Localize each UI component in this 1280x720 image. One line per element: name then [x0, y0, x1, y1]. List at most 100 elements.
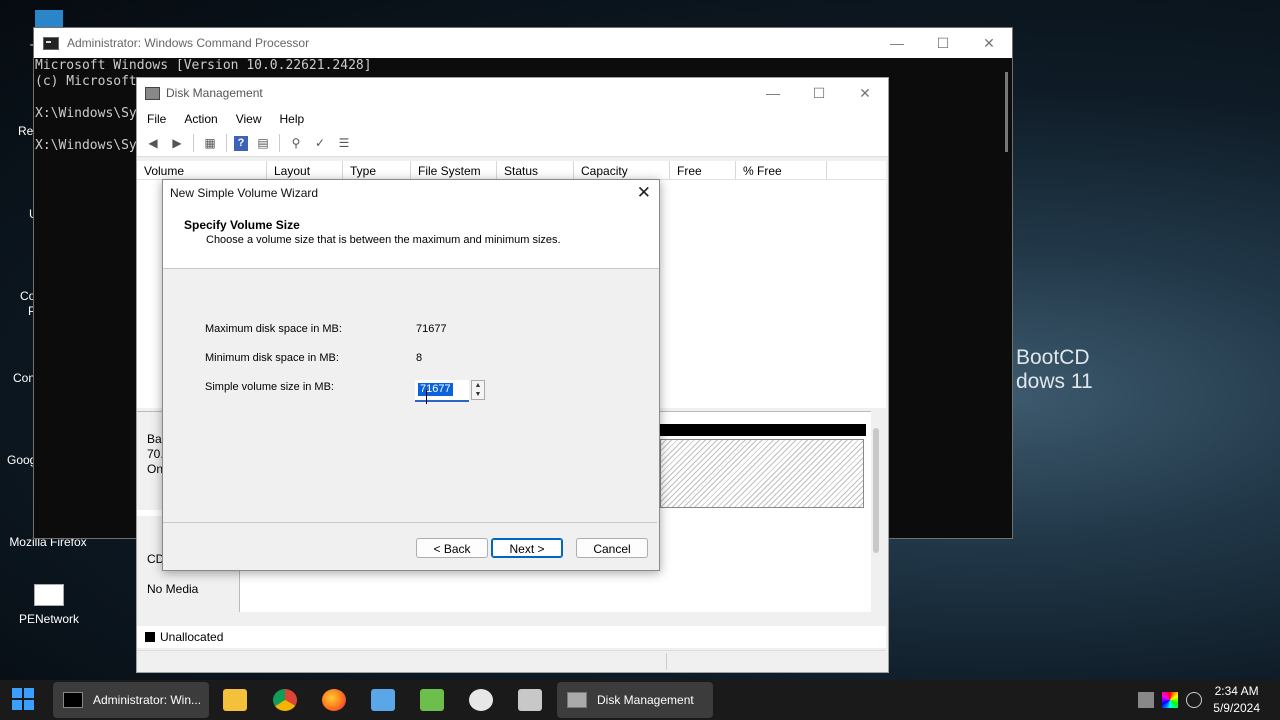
menu-help[interactable]: Help [270, 112, 313, 126]
close-icon[interactable]: ✕ [637, 183, 651, 203]
dm-menubar: File Action View Help [137, 108, 888, 130]
notepad-icon[interactable] [371, 689, 395, 711]
text-cursor-icon [426, 390, 429, 404]
volume-size-label: Simple volume size in MB: [205, 381, 334, 393]
close-icon[interactable]: ✕ [842, 78, 888, 108]
statusbar-divider [666, 653, 667, 670]
volume-size-input[interactable]: 71677 [415, 380, 469, 402]
chrome-icon[interactable] [273, 689, 297, 711]
console-tree-icon[interactable]: ▦ [201, 135, 219, 151]
wallpaper-text: BootCD dows 11 [1016, 346, 1093, 394]
column-volume[interactable]: Volume [137, 161, 267, 179]
cancel-button[interactable]: Cancel [576, 538, 648, 558]
cmd-icon [63, 692, 83, 708]
spin-up-icon[interactable]: ▲ [472, 381, 484, 390]
cmd-scrollbar[interactable] [1005, 72, 1008, 152]
clock-time: 2:34 AM [1214, 684, 1259, 698]
column-file-system[interactable]: File System [411, 161, 497, 179]
list-icon[interactable]: ☰ [335, 135, 353, 151]
help-icon[interactable]: ? [234, 135, 248, 151]
cmd-line: X:\Windows\Sy [35, 138, 137, 153]
firefox-icon[interactable] [322, 689, 346, 711]
taskbar: Administrator: Win... Disk Management 2:… [0, 680, 1280, 720]
clock-date: 5/9/2024 [1213, 701, 1260, 715]
wizard-subheading: Choose a volume size that is between the… [206, 234, 561, 246]
back-button[interactable]: < Back [416, 538, 488, 558]
editor-icon[interactable] [420, 689, 444, 711]
unallocated-partition-header [659, 424, 866, 436]
cmd-app-icon [43, 36, 59, 50]
cmd-caption-buttons: — ☐ ✕ [874, 28, 1012, 58]
tray-color-icon[interactable] [1162, 692, 1178, 708]
desktop-partial-label: Goog [7, 453, 37, 467]
network-icon [34, 584, 64, 606]
next-button[interactable]: Next > [491, 538, 563, 558]
volume-size-selected-text: 71677 [418, 383, 453, 396]
taskbar-disk-management-button[interactable]: Disk Management [557, 682, 713, 718]
calculator-icon[interactable] [518, 689, 542, 711]
column-percent-free[interactable]: % Free [736, 161, 827, 179]
wallpaper-line: dows 11 [1016, 370, 1093, 393]
taskbar-cmd-label: Administrator: Win... [93, 693, 202, 707]
legend-swatch [145, 632, 155, 642]
network-status-icon[interactable] [1186, 692, 1202, 708]
file-explorer-icon[interactable] [223, 689, 247, 711]
column-free-space[interactable]: Free Spa... [670, 161, 736, 198]
column-type[interactable]: Type [343, 161, 411, 179]
dm-toolbar: ◀ ▶ ▦ ? ▤ ⚲ ✓ ☰ [137, 130, 888, 157]
menu-view[interactable]: View [226, 112, 270, 126]
cmd-line: X:\Windows\Sy [35, 106, 137, 121]
column-layout[interactable]: Layout [267, 161, 343, 179]
properties-icon[interactable]: ▤ [254, 135, 272, 151]
back-arrow-icon[interactable]: ◀ [144, 135, 162, 151]
taskbar-cmd-button[interactable]: Administrator: Win... [53, 682, 209, 718]
menu-file[interactable]: File [137, 112, 174, 126]
windows-logo-icon [24, 688, 34, 698]
maximize-icon[interactable]: ☐ [796, 78, 842, 108]
connect-icon[interactable]: ⚲ [287, 135, 305, 151]
forward-arrow-icon[interactable]: ▶ [168, 135, 186, 151]
taskbar-dm-label: Disk Management [597, 693, 694, 707]
tray-app-icon[interactable] [1138, 692, 1154, 708]
spin-arrows[interactable]: ▲ ▼ [471, 380, 485, 400]
cmd-titlebar[interactable]: Administrator: Windows Command Processor [34, 28, 1012, 58]
menu-action[interactable]: Action [174, 112, 225, 126]
unallocated-partition[interactable] [660, 439, 864, 508]
start-button[interactable] [12, 688, 34, 710]
toolbar-separator [279, 134, 280, 152]
column-capacity[interactable]: Capacity [574, 161, 670, 179]
min-disk-space-value: 8 [416, 352, 423, 364]
tray-clock[interactable]: 2:34 AM 5/9/2024 [1213, 683, 1260, 717]
spin-down-icon[interactable]: ▼ [472, 390, 484, 399]
maximize-icon[interactable]: ☐ [920, 28, 966, 58]
disk-view-scrollbar[interactable] [873, 428, 879, 553]
wizard-header: Specify Volume Size Choose a volume size… [163, 206, 659, 269]
windows-logo-icon [12, 700, 22, 710]
desktop-icon-penetwork-label: PENetwork [18, 612, 80, 626]
minimize-icon[interactable]: — [750, 78, 796, 108]
toolbar-separator [226, 134, 227, 152]
wizard-footer-separator [163, 522, 657, 523]
network-tool-icon[interactable] [469, 689, 493, 711]
cmd-line: (c) Microsoft [35, 74, 137, 89]
cmd-title: Administrator: Windows Command Processor [67, 36, 310, 50]
wallpaper-line: BootCD [1016, 346, 1090, 369]
cdrom-label-line: No Media [147, 582, 199, 596]
minimize-icon[interactable]: — [874, 28, 920, 58]
new-simple-volume-wizard[interactable]: New Simple Volume Wizard ✕ Specify Volum… [162, 179, 660, 571]
volume-list-header: Volume Layout Type File System Status Ca… [137, 161, 886, 198]
check-icon[interactable]: ✓ [311, 135, 329, 151]
desktop-icon-penetwork[interactable]: PENetwork [9, 584, 89, 626]
legend: Unallocated [137, 626, 886, 648]
windows-logo-icon [24, 700, 34, 710]
column-status[interactable]: Status [497, 161, 574, 179]
windows-logo-icon [12, 688, 22, 698]
wizard-titlebar[interactable]: New Simple Volume Wizard [163, 180, 659, 206]
wizard-heading: Specify Volume Size [184, 218, 300, 232]
cmd-line: Microsoft Windows [Version 10.0.22621.24… [35, 58, 372, 73]
desktop-partial-label: Con [13, 371, 36, 385]
max-disk-space-value: 71677 [416, 323, 447, 335]
min-disk-space-label: Minimum disk space in MB: [205, 352, 339, 364]
wizard-title: New Simple Volume Wizard [170, 186, 319, 200]
close-icon[interactable]: ✕ [966, 28, 1012, 58]
